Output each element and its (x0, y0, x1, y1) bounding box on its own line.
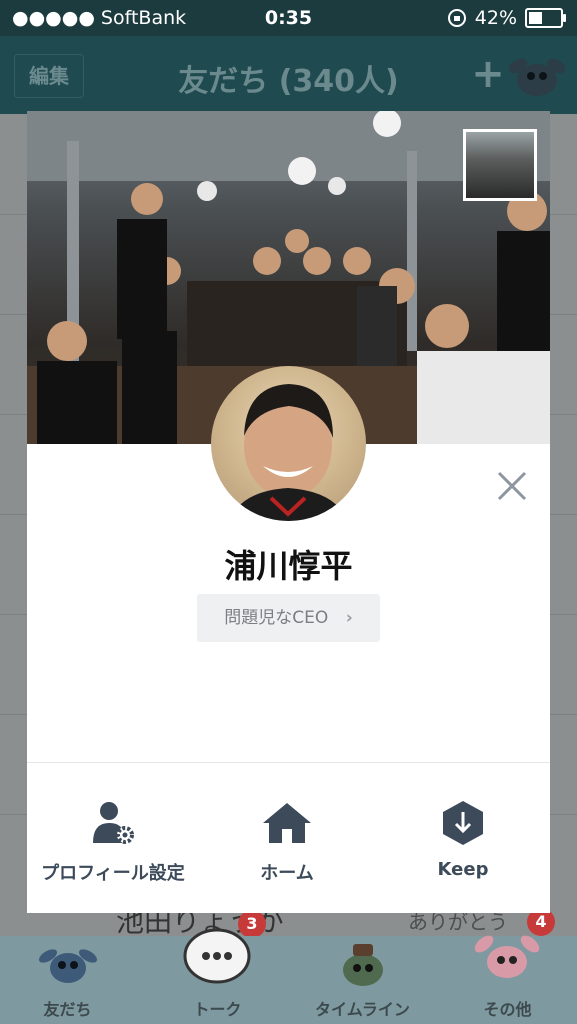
tab-label: トーク (193, 1000, 242, 1019)
status-right: 42% (439, 7, 566, 29)
battery-icon (525, 8, 566, 28)
scrump-doll-icon (343, 944, 383, 986)
close-icon[interactable] (495, 469, 529, 503)
add-friend-button[interactable]: + (468, 46, 508, 102)
profile-name: 浦川惇平 (224, 547, 353, 585)
divider (27, 762, 550, 763)
tab-friends[interactable]: 友だち (10, 936, 125, 1024)
battery-fill (529, 12, 542, 24)
keep-icon (443, 801, 483, 845)
profile-settings-icon (93, 802, 134, 844)
tab-timeline[interactable]: タイムライン (305, 936, 420, 1024)
stitch-icon (508, 58, 566, 96)
tab-more[interactable]: その他 (450, 935, 565, 1024)
home-icon (263, 803, 311, 843)
tab-bar: 友だち トーク タイムライン その他 (0, 928, 577, 1024)
angel-icon (474, 935, 540, 978)
chat-bubble-icon (183, 928, 251, 984)
action-label: ホーム (260, 863, 314, 884)
keep-button[interactable]: Keep (403, 799, 523, 880)
stitch-icon (38, 949, 98, 983)
tab-chats[interactable]: トーク (160, 928, 275, 1024)
action-label: Keep (437, 859, 489, 880)
action-label: プロフィール設定 (41, 863, 185, 884)
tab-label: タイムライン (315, 1000, 410, 1019)
rotation-lock-icon (447, 9, 466, 27)
tab-label: 友だち (43, 1000, 92, 1019)
group-photo-thumbnail[interactable] (463, 129, 537, 201)
status-message-button[interactable]: 問題児なCEO › (197, 594, 380, 642)
avatar[interactable] (211, 366, 366, 521)
profile-popup: 浦川惇平 問題児なCEO › プロフィール設定 ホーム Keep (27, 111, 550, 913)
profile-settings-button[interactable]: プロフィール設定 (33, 799, 193, 885)
tab-label: その他 (483, 1000, 532, 1019)
status-bar: ●●●●● SoftBank 0:35 42% (0, 0, 577, 36)
status-message-text: 問題児なCEO (224, 608, 329, 628)
chevron-right-icon: › (345, 608, 353, 628)
home-button[interactable]: ホーム (227, 799, 347, 885)
avatar-portrait (229, 384, 348, 521)
battery-percent: 42% (474, 7, 517, 29)
friends-header: 編集 友だち (340人) + (0, 36, 577, 114)
